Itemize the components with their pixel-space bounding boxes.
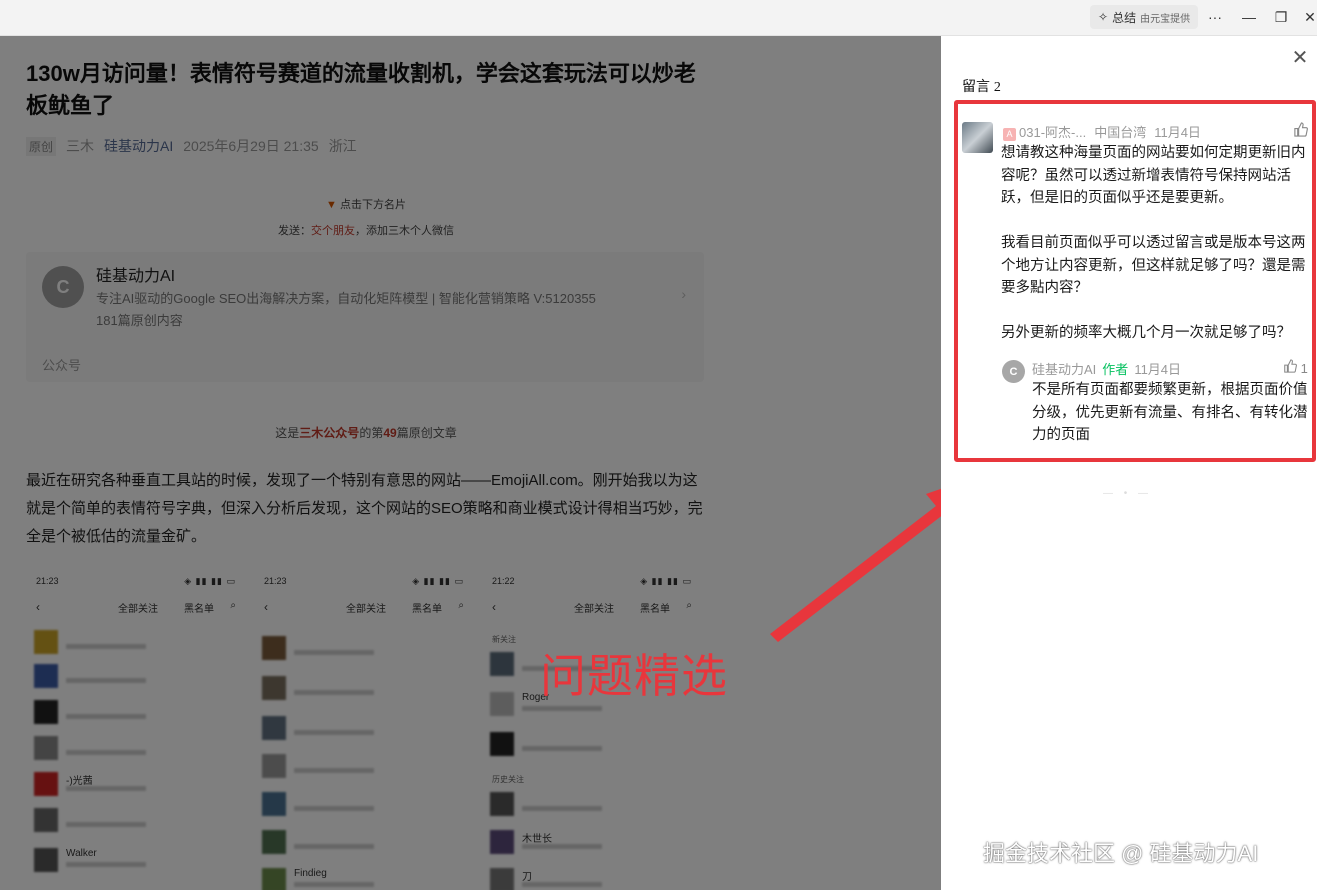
- annotation-label: 问题精选: [540, 650, 728, 702]
- comment-username: 031-阿杰-...: [1019, 125, 1087, 140]
- author-badge: 作者: [1102, 362, 1129, 377]
- sparkle-icon: ✧: [1098, 10, 1109, 24]
- comment-paragraph: 我看目前页面似乎可以透过留言或是版本号这两个地方让内容更新，但这样就足够了吗？還…: [1001, 235, 1306, 296]
- comments-title: 留言 2: [962, 76, 1001, 96]
- reply-like-button[interactable]: 1: [1283, 359, 1308, 376]
- comment-header: A 031-阿杰-... 中国台湾 11月4日: [1003, 122, 1201, 141]
- comment-paragraph: 另外更新的频率大概几个月一次就足够了吗？: [1001, 325, 1291, 341]
- watermark: 掘金技术社区 @ 硅基动力AI: [983, 841, 1259, 866]
- summary-button[interactable]: ✧ 总结 由元宝提供: [1090, 5, 1199, 29]
- comments-panel: ✕ 留言 2 A 031-阿杰-... 中国台湾 11月4日 想请教这种海量页面的…: [941, 36, 1317, 890]
- summary-provider: 由元宝提供: [1140, 13, 1191, 25]
- minimize-icon[interactable]: —: [1235, 6, 1263, 28]
- reply-like-count: 1: [1300, 361, 1308, 376]
- close-icon[interactable]: ✕: [1289, 46, 1311, 69]
- comment-user[interactable]: A 031-阿杰-...: [1003, 122, 1086, 141]
- loading-indicator: — • —: [1103, 488, 1153, 499]
- thumbs-up-icon: [1283, 359, 1297, 376]
- reply-body: 不是所有页面都要频繁更新，根据页面价值分级，优先更新有流量、有排名、有转化潜力的…: [1032, 382, 1308, 443]
- avatar[interactable]: [962, 122, 993, 153]
- user-badge-icon: A: [1003, 128, 1016, 141]
- comments-title-label: 留言: [962, 78, 990, 94]
- comment-date: 11月4日: [1154, 125, 1201, 140]
- browser-toolbar: ✧ 总结 由元宝提供 ··· — ❐ ✕: [0, 0, 1317, 36]
- window-close-icon[interactable]: ✕: [1296, 6, 1317, 28]
- reply-date: 11月4日: [1134, 362, 1182, 377]
- more-options-icon[interactable]: ···: [1201, 6, 1229, 28]
- comments-count: 2: [993, 80, 1001, 95]
- comment-region: 中国台湾: [1094, 125, 1147, 140]
- author-avatar[interactable]: C: [1002, 360, 1025, 383]
- thumbs-up-icon[interactable]: [1293, 122, 1308, 140]
- modal-backdrop[interactable]: [0, 36, 941, 890]
- reply-user[interactable]: 硅基动力AI: [1032, 359, 1096, 378]
- comment-paragraph: 想请教这种海量页面的网站要如何定期更新旧内容呢？虽然可以透过新增表情符号保持网站…: [1001, 145, 1306, 206]
- summary-label: 总结: [1112, 10, 1137, 25]
- restore-icon[interactable]: ❐: [1267, 6, 1295, 28]
- reply-header: 硅基动力AI 作者 11月4日: [1032, 359, 1181, 378]
- comment-body: 想请教这种海量页面的网站要如何定期更新旧内容呢？虽然可以透过新增表情符号保持网站…: [1001, 142, 1307, 367]
